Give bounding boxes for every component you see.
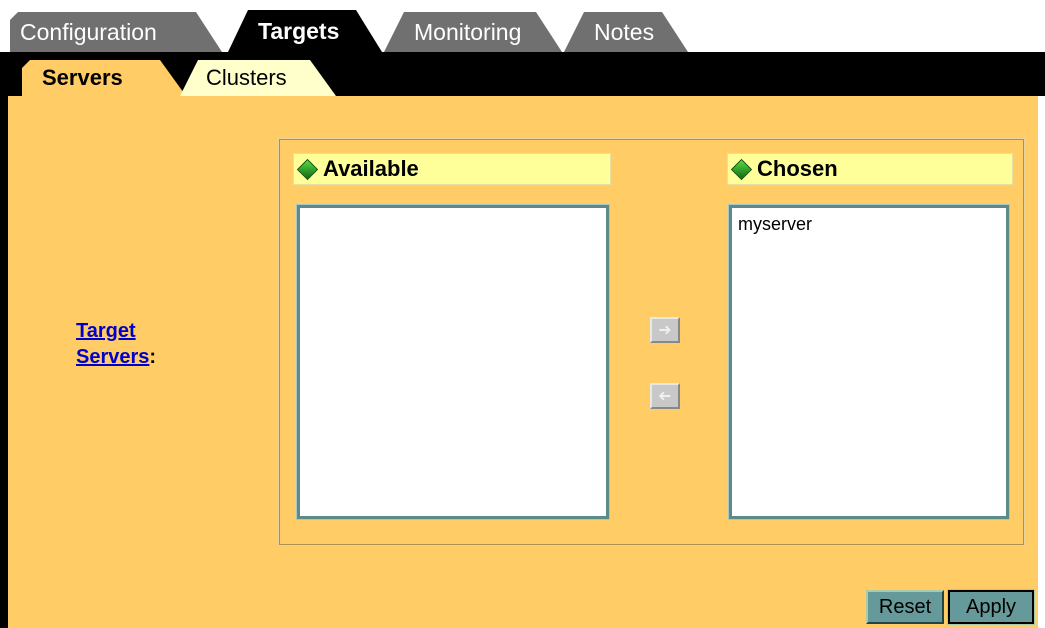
move-left-button[interactable]: ➜ (650, 383, 680, 409)
diamond-icon (730, 158, 753, 180)
link-text-line1: Target (76, 320, 136, 342)
arrow-left-icon: ➜ (658, 388, 672, 405)
tab-targets[interactable]: Targets (228, 10, 382, 52)
tab-clusters[interactable]: Clusters (180, 60, 336, 96)
content-panel: Target Servers: Available ➜ ➜ Chosen mys… (8, 96, 1038, 628)
available-label: Available (323, 156, 419, 181)
apply-button[interactable]: Apply (947, 589, 1035, 625)
top-tab-bar: Configuration Targets Monitoring Notes (0, 0, 1045, 52)
reset-button[interactable]: Reset (866, 590, 944, 624)
tab-label: Clusters (206, 65, 287, 90)
left-border (0, 52, 8, 628)
server-picker: Available ➜ ➜ Chosen myserver (278, 138, 1025, 546)
available-header: Available (293, 153, 611, 185)
tab-label: Configuration (20, 18, 157, 45)
label-colon: : (149, 346, 157, 368)
reset-label: Reset (878, 595, 932, 618)
link-text-line2: Servers (76, 346, 150, 368)
chosen-list[interactable]: myserver (728, 204, 1010, 520)
tab-notes[interactable]: Notes (564, 12, 688, 52)
available-list[interactable] (296, 204, 610, 520)
list-item[interactable]: myserver (738, 214, 1000, 235)
tab-servers[interactable]: Servers (22, 60, 186, 96)
chosen-label: Chosen (757, 156, 838, 181)
arrow-right-icon: ➜ (658, 322, 672, 339)
tab-configuration[interactable]: Configuration (10, 12, 222, 52)
chosen-header: Chosen (727, 153, 1013, 185)
tab-label: Targets (258, 17, 340, 44)
tab-monitoring[interactable]: Monitoring (384, 12, 562, 52)
sub-tab-bar: Servers Clusters (8, 52, 1045, 96)
target-servers-link[interactable]: Target Servers (76, 320, 149, 368)
target-servers-label: Target Servers: (76, 318, 156, 370)
tab-label: Notes (594, 18, 655, 45)
diamond-icon (296, 158, 319, 180)
move-right-button[interactable]: ➜ (650, 317, 680, 343)
tab-label: Servers (42, 65, 123, 90)
apply-label: Apply (965, 595, 1017, 618)
tab-label: Monitoring (414, 18, 522, 45)
